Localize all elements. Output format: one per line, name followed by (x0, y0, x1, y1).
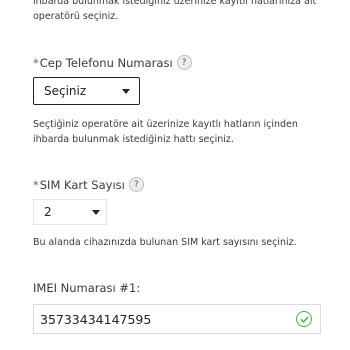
operator-select[interactable]: Seçiniz (33, 77, 140, 105)
phone-number-hint: Seçtiğiniz operatöre ait üzerinize kayıt… (33, 117, 323, 147)
chevron-down-icon (122, 88, 130, 94)
sim-count-select-value: 2 (44, 205, 52, 219)
sim-count-label: *SIM Kart Sayısı ? (33, 177, 144, 192)
required-mark: * (33, 177, 39, 192)
sim-count-hint: Bu alanda cihazınızda bulunan SIM kart s… (33, 237, 297, 248)
form-page: ihbarda bulunmak istediğiniz üzerinize k… (0, 0, 350, 350)
phone-hint-line-2: ihbarda bulunmak istediğiniz hattı seçin… (33, 134, 234, 145)
phone-hint-line-1: Seçtiğiniz operatöre ait üzerinize kayıt… (33, 119, 298, 130)
imei-input[interactable]: 35733434147595 (33, 304, 321, 334)
operator-select-value: Seçiniz (44, 84, 87, 98)
imei-label-text: IMEI Numarası #1: (33, 281, 141, 295)
imei-input-value: 35733434147595 (40, 311, 152, 327)
chevron-down-icon (92, 209, 100, 215)
intro-text: ihbarda bulunmak istediğiniz üzerinize k… (33, 0, 333, 24)
phone-number-label: *Cep Telefonu Numarası ? (33, 55, 192, 70)
sim-count-select[interactable]: 2 (33, 199, 107, 225)
sim-count-label-text: SIM Kart Sayısı (39, 177, 125, 192)
imei-label: IMEI Numarası #1: (33, 281, 140, 295)
check-circle-icon (296, 311, 312, 327)
help-icon[interactable]: ? (128, 177, 144, 192)
help-icon[interactable]: ? (176, 55, 192, 70)
phone-number-label-text: Cep Telefonu Numarası (39, 55, 173, 70)
intro-line-1: ihbarda bulunmak istediğiniz üzerinize k… (33, 0, 317, 7)
required-mark: * (33, 55, 39, 70)
intro-line-2: operatörü seçiniz. (33, 11, 119, 22)
